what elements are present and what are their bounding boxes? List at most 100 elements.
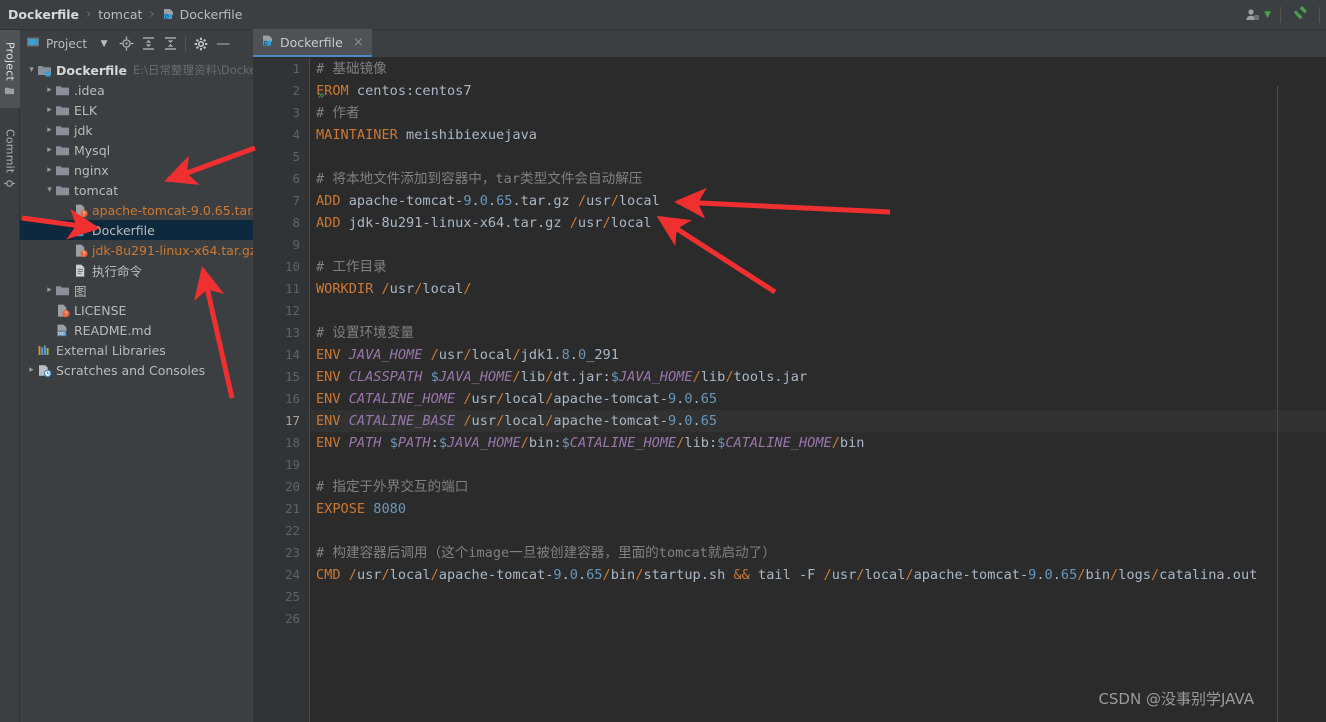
code-line[interactable]: # 设置环境变量 <box>311 322 1326 344</box>
code-line[interactable]: ENV CATALINE_HOME /usr/local/apache-tomc… <box>311 388 1326 410</box>
line-number[interactable]: 4 <box>253 124 309 146</box>
sidebar-item-commit[interactable]: Commit <box>0 120 20 198</box>
project-tree[interactable]: ▾ Dockerfile E:\日常整理资料\Docke ▸ .idea ▸ ELK ▸ jdk… <box>20 57 253 722</box>
code-line[interactable] <box>311 234 1326 256</box>
chevron-right-icon[interactable]: ▸ <box>44 125 55 135</box>
line-number[interactable]: 14 <box>253 344 309 366</box>
tree-node-[interactable]: 执行命令 <box>20 260 253 280</box>
chevron-right-icon[interactable]: ▸ <box>44 285 55 295</box>
code-token: $ <box>610 369 619 385</box>
line-number[interactable]: 24 <box>253 564 309 586</box>
user-account-icon[interactable]: ▼ <box>1245 7 1271 23</box>
code-line[interactable] <box>311 608 1326 630</box>
code-content[interactable]: # 基础镜像 FROM centos:centos7 # 作者 MAINTAINER … <box>311 58 1326 722</box>
tab-dockerfile[interactable]: D Dockerfile × <box>253 29 372 57</box>
breadcrumb-item-project[interactable]: Dockerfile <box>8 7 79 22</box>
close-icon[interactable]: × <box>353 35 364 50</box>
code-line[interactable]: # 构建容器后调用（这个image一旦被创建容器，里面的tomcat就启动了） <box>311 542 1326 564</box>
tree-node-scratches-and-consoles[interactable]: ▸ Scratches and Consoles <box>20 360 253 380</box>
line-number[interactable]: 13 <box>253 322 309 344</box>
line-number[interactable]: 22 <box>253 520 309 542</box>
line-number[interactable]: 2» <box>253 80 325 102</box>
chevron-right-icon[interactable]: ▸ <box>44 165 55 175</box>
line-number[interactable]: 3 <box>253 102 309 124</box>
code-line[interactable] <box>311 300 1326 322</box>
code-line[interactable]: # 基础镜像 <box>311 58 1326 80</box>
chevron-right-icon[interactable]: ▸ <box>44 105 55 115</box>
sidebar-item-project[interactable]: Project <box>0 30 20 108</box>
tree-node-external-libraries[interactable]: External Libraries <box>20 340 253 360</box>
line-number[interactable]: 18 <box>253 432 309 454</box>
code-line[interactable] <box>311 586 1326 608</box>
tree-node-apache-tomcat-9-0-65-tar-gz[interactable]: ? apache-tomcat-9.0.65.tar.gz <box>20 200 253 220</box>
code-line[interactable] <box>311 520 1326 542</box>
chevron-right-icon[interactable]: ▸ <box>44 85 55 95</box>
code-line[interactable]: EXPOSE 8080 <box>311 498 1326 520</box>
tree-node-idea[interactable]: ▸ .idea <box>20 80 253 100</box>
code-line[interactable]: CMD /usr/local/apache-tomcat-9.0.65/bin/… <box>311 564 1326 586</box>
collapse-all-icon[interactable] <box>159 33 181 55</box>
line-number[interactable]: 21 <box>253 498 309 520</box>
tree-node-elk[interactable]: ▸ ELK <box>20 100 253 120</box>
tree-node-[interactable]: ▸ 图 <box>20 280 253 300</box>
tree-node-jdk-8u291-linux-x64-tar-gz[interactable]: ? jdk-8u291-linux-x64.tar.gz <box>20 240 253 260</box>
line-number[interactable]: 26 <box>253 608 309 630</box>
build-hammer-icon[interactable] <box>1290 3 1310 27</box>
line-number[interactable]: 20 <box>253 476 309 498</box>
code-line[interactable]: # 工作目录 <box>311 256 1326 278</box>
line-number[interactable]: 15 <box>253 366 309 388</box>
line-number[interactable]: 12 <box>253 300 309 322</box>
tree-node-license[interactable]: ? LICENSE <box>20 300 253 320</box>
chevron-down-icon[interactable]: ▾ <box>26 65 37 75</box>
code-line[interactable]: ENV CATALINE_BASE /usr/local/apache-tomc… <box>311 410 1326 432</box>
code-line[interactable]: FROM centos:centos7 <box>311 80 1326 102</box>
chevron-right-icon[interactable]: ▸ <box>44 145 55 155</box>
line-number[interactable]: 7 <box>253 190 309 212</box>
line-number[interactable]: 8 <box>253 212 309 234</box>
view-mode-dropdown[interactable]: ▼ <box>93 33 115 55</box>
chevron-right-icon[interactable]: ▸ <box>26 365 37 375</box>
line-number[interactable]: 5 <box>253 146 309 168</box>
line-number[interactable]: 16 <box>253 388 309 410</box>
breadcrumb-item-file[interactable]: D Dockerfile <box>162 7 242 23</box>
line-number[interactable]: 25 <box>253 586 309 608</box>
locate-file-icon[interactable] <box>115 33 137 55</box>
tree-node-dockerfile[interactable]: D Dockerfile <box>20 220 253 240</box>
line-number[interactable]: 23 <box>253 542 309 564</box>
tree-node-jdk[interactable]: ▸ jdk <box>20 120 253 140</box>
tree-node-dockerfile[interactable]: ▾ Dockerfile E:\日常整理资料\Docke <box>20 60 253 80</box>
line-number[interactable]: 9 <box>253 234 309 256</box>
expand-all-icon[interactable] <box>137 33 159 55</box>
line-number-gutter[interactable]: 1 2» 3 4 5 6 7 8 9 10 11 12 13 14 15 16 17 18 19 20 21 22 23 24… <box>253 58 325 722</box>
code-line[interactable]: ENV JAVA_HOME /usr/local/jdk1.8.0_291 <box>311 344 1326 366</box>
code-line[interactable]: ADD apache-tomcat-9.0.65.tar.gz /usr/loc… <box>311 190 1326 212</box>
line-number[interactable]: 1 <box>253 58 309 80</box>
line-number[interactable]: 17 <box>253 410 309 432</box>
breadcrumb-item-folder[interactable]: tomcat <box>98 7 142 22</box>
code-line[interactable]: WORKDIR /usr/local/ <box>311 278 1326 300</box>
line-number[interactable]: 10 <box>253 256 309 278</box>
code-token: / <box>430 567 439 583</box>
code-line[interactable]: ADD jdk-8u291-linux-x64.tar.gz /usr/loca… <box>311 212 1326 234</box>
line-number[interactable]: 6 <box>253 168 309 190</box>
code-line[interactable] <box>311 454 1326 476</box>
line-number[interactable]: 19 <box>253 454 309 476</box>
tree-node-tomcat[interactable]: ▾ tomcat <box>20 180 253 200</box>
code-line[interactable]: # 将本地文件添加到容器中，tar类型文件会自动解压 <box>311 168 1326 190</box>
hide-panel-icon[interactable]: — <box>212 33 234 55</box>
settings-gear-icon[interactable] <box>190 33 212 55</box>
chevron-down-icon[interactable]: ▼ <box>1264 10 1271 20</box>
code-line[interactable] <box>311 146 1326 168</box>
tree-node-mysql[interactable]: ▸ Mysql <box>20 140 253 160</box>
tree-node-nginx[interactable]: ▸ nginx <box>20 160 253 180</box>
code-line[interactable]: MAINTAINER meishibiexuejava <box>311 124 1326 146</box>
chevron-down-icon[interactable]: ▾ <box>44 185 55 195</box>
tree-node-readme-md[interactable]: MD README.md <box>20 320 253 340</box>
code-line[interactable]: # 指定于外界交互的端口 <box>311 476 1326 498</box>
code-line[interactable]: ENV PATH $PATH:$JAVA_HOME/bin:$CATALINE_… <box>311 432 1326 454</box>
code-line[interactable]: # 作者 <box>311 102 1326 124</box>
line-number[interactable]: 11 <box>253 278 309 300</box>
code-line[interactable]: ENV CLASSPATH $JAVA_HOME/lib/dt.jar:$JAV… <box>311 366 1326 388</box>
